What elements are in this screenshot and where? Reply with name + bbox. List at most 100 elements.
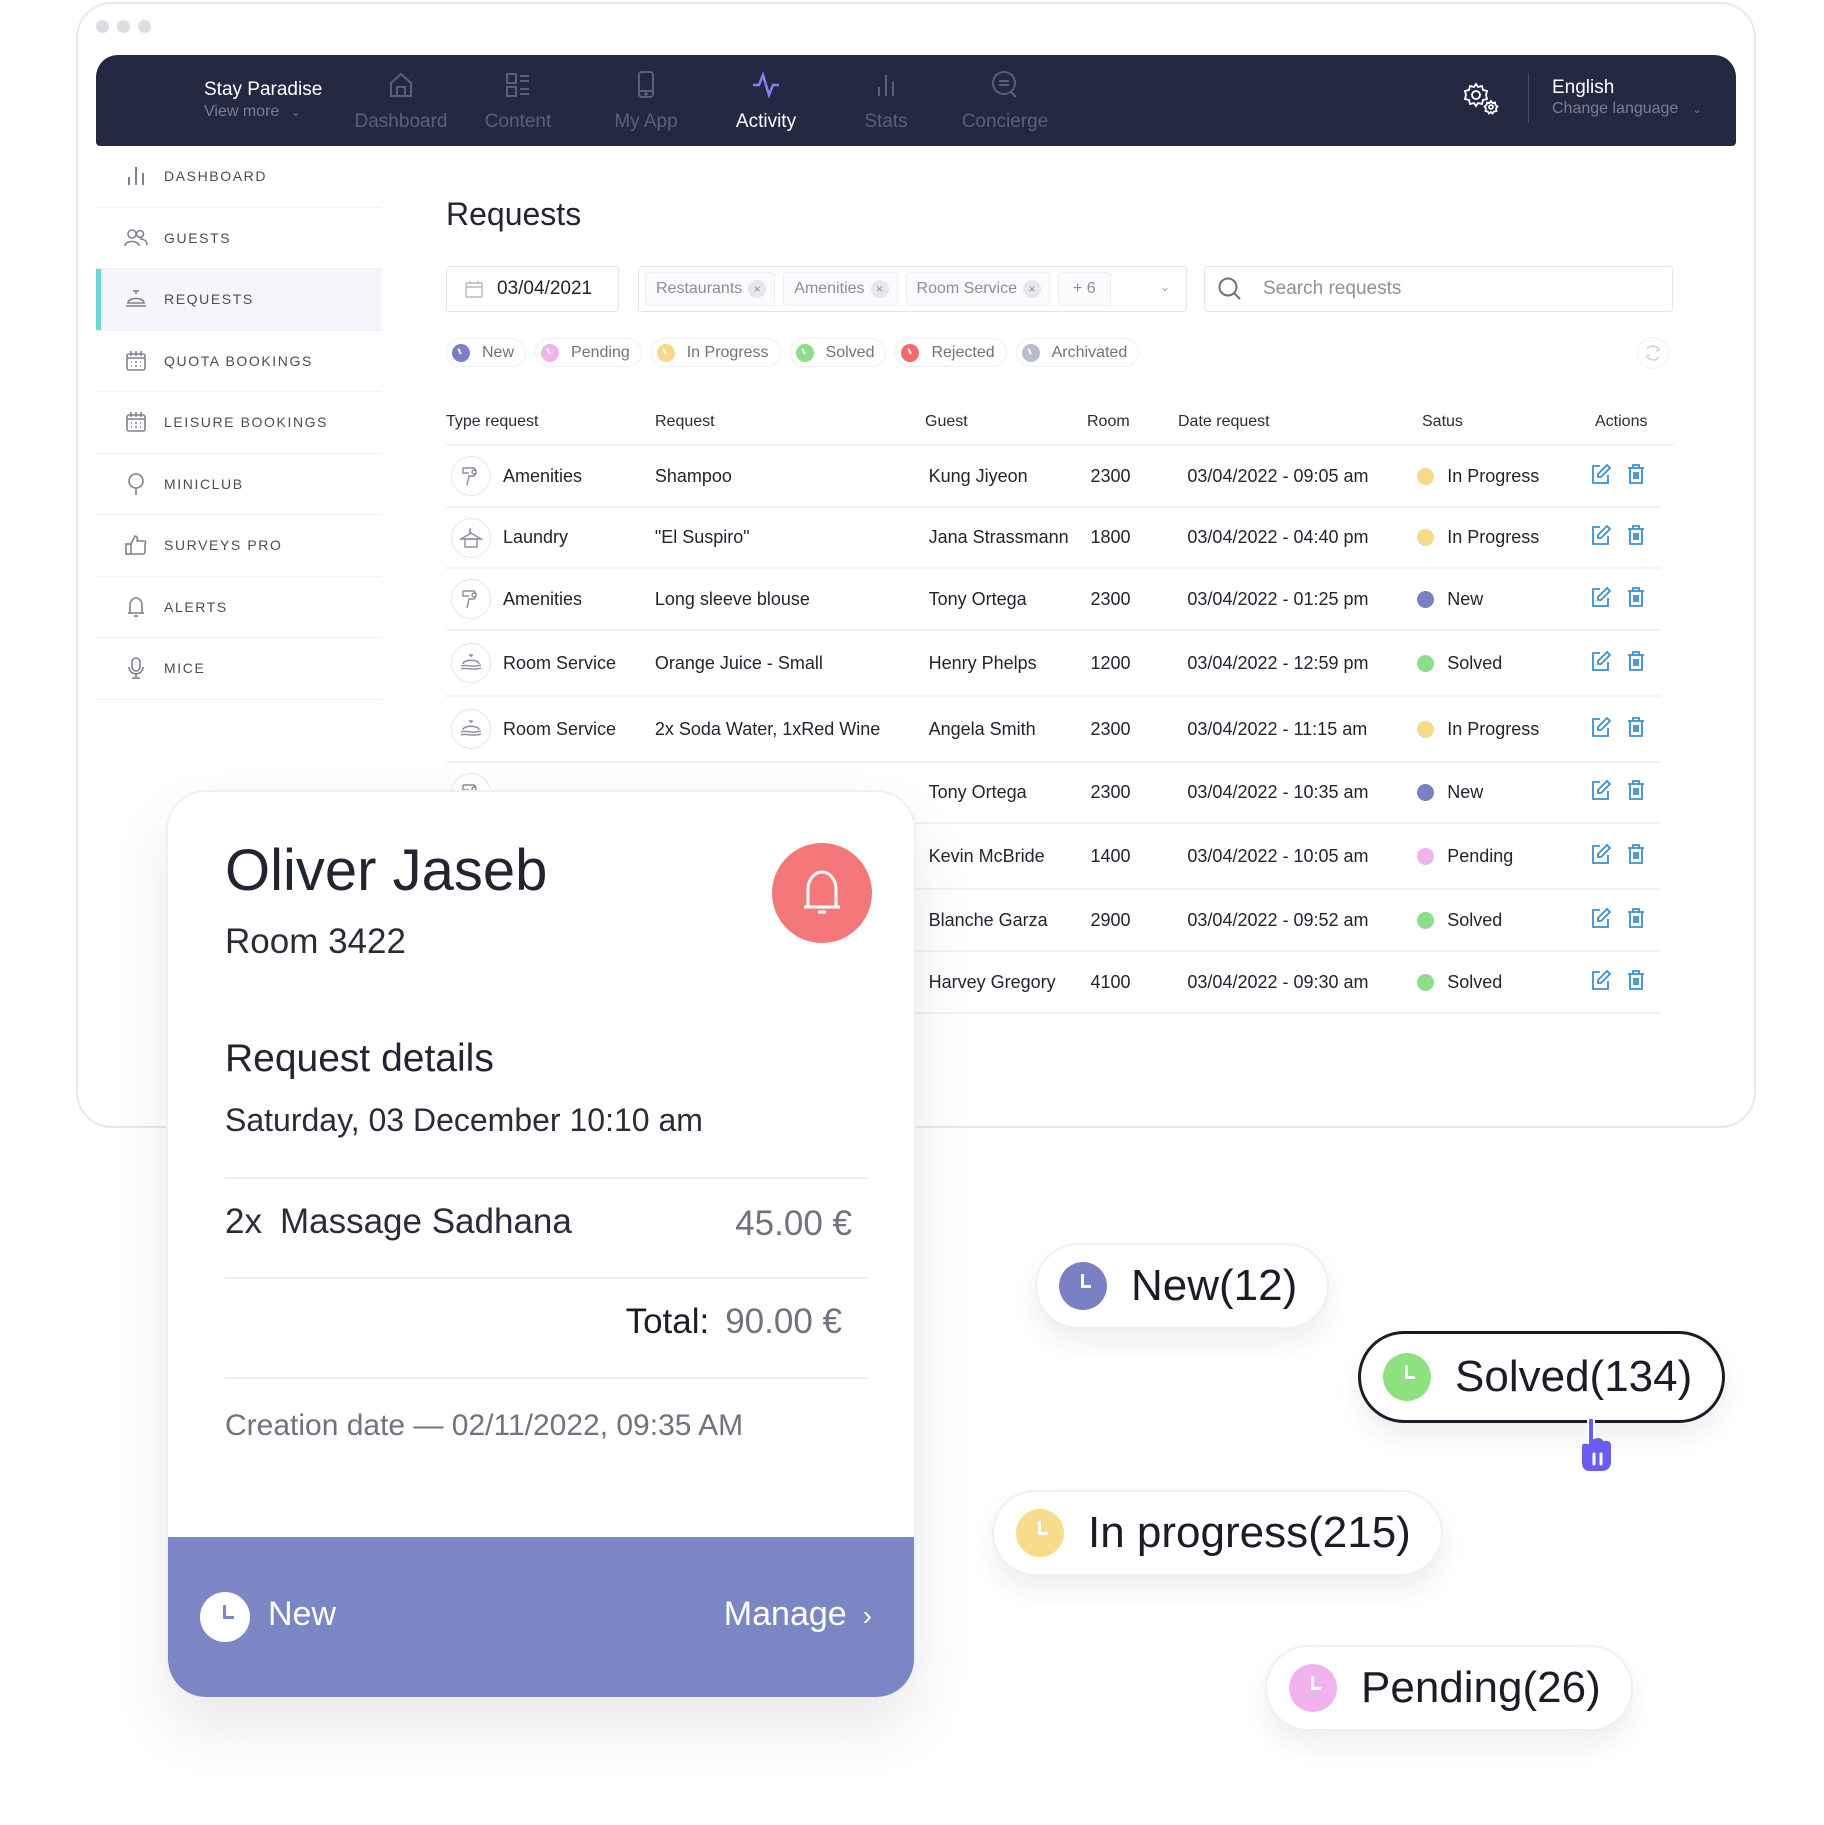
search-icon [1218, 277, 1241, 300]
table-row[interactable]: Laundry "El Suspiro" Jana Strassmann 1800 03… [446, 508, 1660, 569]
status-label: Solved [1447, 652, 1503, 673]
nav-my-app[interactable]: My App [586, 69, 706, 133]
manage-button[interactable]: Manage › [724, 1595, 872, 1634]
status-label: Solved [1447, 909, 1503, 930]
table-row[interactable]: Room Service Orange Juice - Small Henry Ph… [446, 631, 1660, 697]
delete-icon[interactable] [1626, 969, 1646, 996]
status-chip-label: Solved [825, 343, 875, 361]
bar-chart-icon [826, 69, 946, 101]
edit-icon[interactable] [1590, 779, 1612, 806]
status-chip-archivated[interactable]: Archivated [1015, 338, 1140, 367]
date-filter[interactable]: 03/04/2021 [446, 266, 619, 312]
chevron-down-icon[interactable]: ⌄ [1160, 280, 1170, 294]
delete-icon[interactable] [1626, 463, 1646, 490]
delete-icon[interactable] [1626, 779, 1646, 806]
sidebar-item-quota-bookings[interactable]: QUOTA BOOKINGS [96, 331, 382, 392]
column-header[interactable]: Guest [925, 413, 1087, 431]
table-row[interactable]: Amenities Long sleeve blouse Tony Ortega 23… [446, 569, 1660, 631]
cell-actions [1590, 586, 1660, 613]
cell-status: Solved [1417, 972, 1590, 993]
edit-icon[interactable] [1590, 524, 1612, 551]
delete-icon[interactable] [1626, 907, 1646, 934]
status-chip-solved[interactable]: Solved [789, 338, 887, 367]
clock-icon [656, 343, 675, 362]
nav-label: Dashboard [354, 111, 448, 132]
edit-icon[interactable] [1590, 969, 1612, 996]
request-date: Saturday, 03 December 10:10 am [225, 1102, 703, 1138]
column-header[interactable]: Satus [1422, 413, 1595, 431]
nav-activity[interactable]: Activity [706, 69, 826, 133]
type-filter-select[interactable]: Restaurants × Amenities × Room Service × + … [638, 266, 1187, 312]
edit-icon[interactable] [1590, 716, 1612, 743]
settings-button[interactable] [1462, 81, 1500, 120]
refresh-button[interactable] [1637, 337, 1669, 369]
delete-icon[interactable] [1626, 843, 1646, 870]
window-dot[interactable] [138, 20, 151, 33]
status-chip-rejected[interactable]: Rejected [895, 338, 1007, 367]
filter-tag-label: Amenities [794, 280, 865, 297]
property-switcher[interactable]: Stay Paradise View more ⌄ [204, 79, 322, 121]
table-row[interactable]: Room Service 2x Soda Water, 1xRed Wine Ang… [446, 697, 1660, 763]
status-chip-new[interactable]: New [446, 338, 527, 367]
edit-icon[interactable] [1590, 463, 1612, 490]
edit-icon[interactable] [1590, 586, 1612, 613]
cell-guest: Tony Ortega [928, 782, 1027, 802]
item-price: 45.00 € [735, 1204, 852, 1243]
nav-stats[interactable]: Stats [826, 69, 946, 133]
sidebar-item-alerts[interactable]: ALERTS [96, 577, 382, 638]
cell-actions [1590, 843, 1660, 870]
edit-icon[interactable] [1590, 650, 1612, 677]
edit-icon[interactable] [1590, 907, 1612, 934]
status-chip-in-progress[interactable]: In Progress [650, 338, 781, 367]
status-pill-pending[interactable]: Pending(26) [1265, 1645, 1633, 1731]
remove-tag-icon[interactable]: × [1023, 280, 1041, 298]
status-pill-in-progress[interactable]: In progress(215) [992, 1490, 1443, 1576]
status-chip-label: Pending [571, 343, 630, 361]
cell-request: Long sleeve blouse [654, 588, 810, 609]
window-dot[interactable] [117, 20, 130, 33]
status-chip-pending[interactable]: Pending [535, 338, 642, 367]
language-selector[interactable]: English Change language ⌄ [1552, 77, 1702, 118]
remove-tag-icon[interactable]: × [748, 280, 767, 298]
status-dot-icon [1417, 720, 1435, 738]
delete-icon[interactable] [1626, 524, 1646, 551]
clock-icon [1021, 343, 1040, 362]
creation-date: Creation date — 02/11/2022, 09:35 AM [225, 1409, 744, 1442]
sidebar-item-guests[interactable]: GUESTS [96, 208, 382, 269]
delete-icon[interactable] [1626, 650, 1646, 677]
table-row[interactable]: Amenities Shampoo Kung Jiyeon 2300 03/04/202… [446, 446, 1660, 508]
status-label: Pending [1447, 845, 1514, 866]
edit-icon[interactable] [1590, 843, 1612, 870]
window-dot[interactable] [96, 20, 109, 33]
nav-concierge[interactable]: Concierge [945, 69, 1065, 133]
nav-label: Stats [864, 111, 908, 132]
nav-dashboard[interactable]: Dashboard [341, 69, 461, 133]
column-header[interactable]: Request [655, 413, 925, 431]
sidebar-item-miniclub[interactable]: MINICLUB [96, 454, 382, 515]
column-header[interactable]: Room [1087, 413, 1178, 431]
sidebar-item-requests[interactable]: REQUESTS [96, 269, 382, 331]
cell-date: 03/04/2022 - 12:59 pm [1187, 652, 1369, 673]
cloche-icon [451, 709, 491, 749]
page-title: Requests [446, 196, 582, 232]
status-pill-solved[interactable]: Solved(134) [1358, 1331, 1726, 1423]
cell-status: New [1417, 782, 1590, 803]
sidebar-item-surveys-pro[interactable]: SURVEYS PRO [96, 515, 382, 577]
search-input[interactable] [1263, 278, 1623, 300]
sidebar-item-dashboard[interactable]: DASHBOARD [96, 146, 382, 208]
divider [225, 1377, 867, 1379]
divider [225, 1177, 867, 1179]
delete-icon[interactable] [1626, 716, 1646, 743]
sidebar-item-mice[interactable]: MICE [96, 638, 382, 700]
cell-date: 03/04/2022 - 09:52 am [1187, 909, 1369, 930]
cell-guest: Harvey Gregory [928, 971, 1056, 992]
remove-tag-icon[interactable]: × [870, 280, 889, 298]
nav-content[interactable]: Content [458, 69, 578, 133]
sidebar-item-leisure-bookings[interactable]: LEISURE BOOKINGS [96, 392, 382, 454]
column-header[interactable]: Type request [446, 413, 655, 431]
delete-icon[interactable] [1626, 586, 1646, 613]
notification-bell-button[interactable] [772, 843, 872, 943]
more-tags-badge[interactable]: + 6 [1058, 272, 1111, 306]
column-header[interactable]: Date request [1178, 413, 1422, 431]
status-pill-new[interactable]: New(12) [1035, 1243, 1330, 1329]
